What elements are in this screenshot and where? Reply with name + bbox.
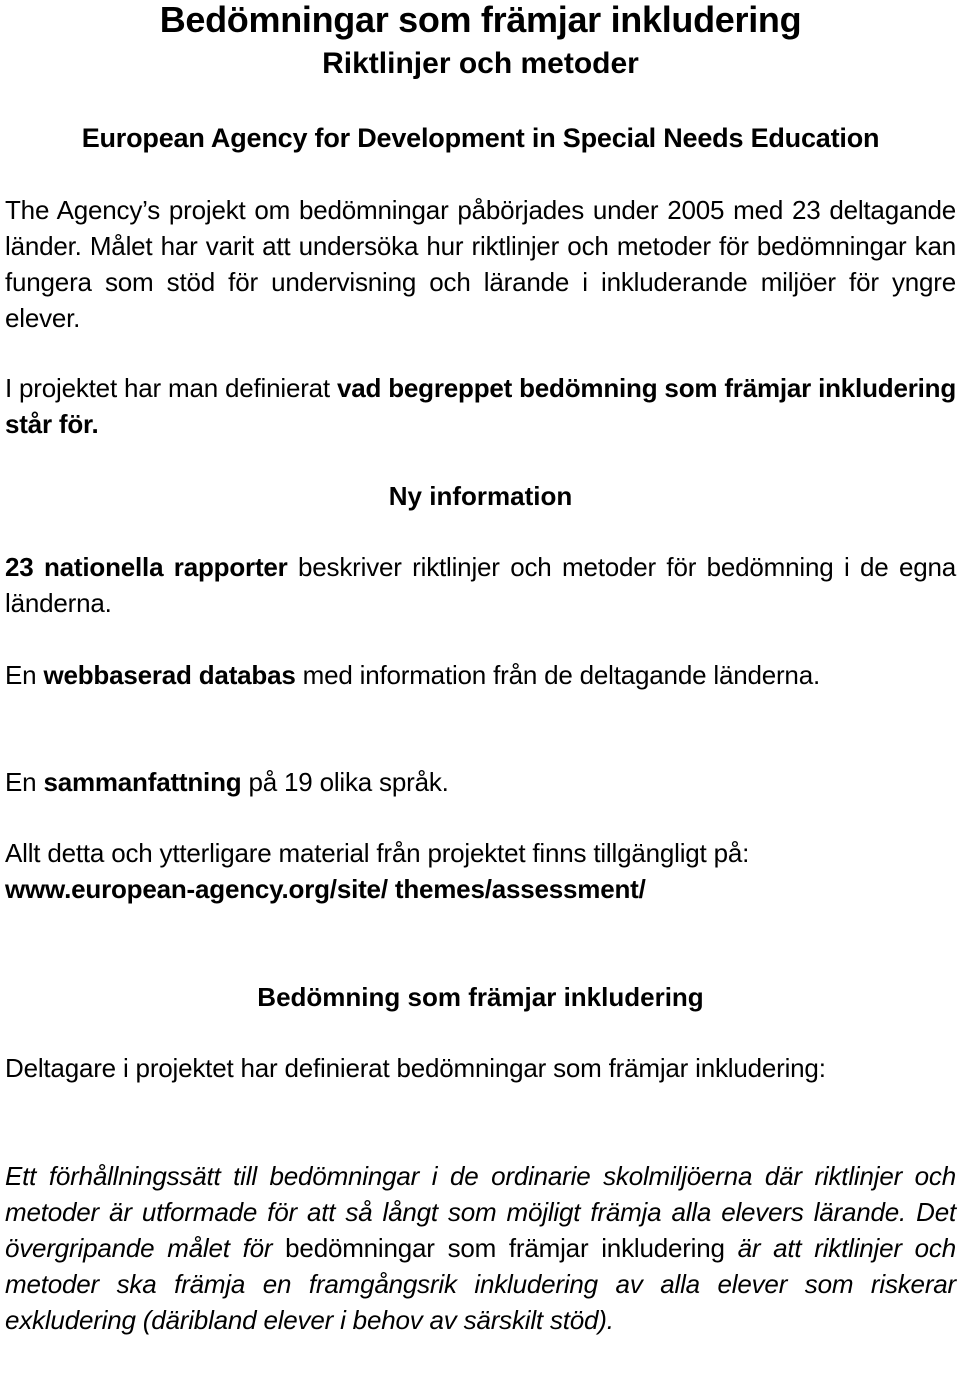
availability-paragraph: Allt detta och ytterligare material från…	[5, 835, 956, 907]
document-title: Bedömningar som främjar inkludering	[159, 0, 802, 40]
database-bold-text: webbaserad databas	[43, 660, 296, 690]
intro-paragraph: The Agency’s projekt om bedömningar påbö…	[5, 192, 956, 336]
document-subtitle: Riktlinjer och metoder	[322, 47, 639, 80]
database-plain-after: med information från de deltagande lände…	[295, 660, 821, 690]
summary-plain-before: En	[5, 767, 44, 797]
database-paragraph: En webbaserad databas med information fr…	[5, 657, 956, 693]
participants-text: Deltagare i projektet har definierat bed…	[5, 1053, 826, 1083]
summary-plain-after: på 19 olika språk.	[241, 767, 449, 797]
summary-paragraph: En sammanfattning på 19 olika språk.	[5, 764, 956, 800]
participants-paragraph: Deltagare i projektet har definierat bed…	[5, 1050, 956, 1086]
database-plain-before: En	[5, 660, 44, 690]
section-heading: Bedömning som främjar inkludering	[257, 982, 704, 1012]
new-info-heading: Ny information	[388, 481, 573, 511]
quote-upright-part: bedömningar som främjar inkludering	[285, 1233, 725, 1263]
project-url-link[interactable]: www.european-agency.org/site/ themes/ass…	[5, 874, 646, 904]
summary-bold-text: sammanfattning	[43, 767, 242, 797]
definition-quote-paragraph: Ett förhållningssätt till bedömningar i …	[5, 1158, 956, 1338]
intro-text: The Agency’s projekt om bedömningar påbö…	[5, 195, 956, 333]
availability-text: Allt detta och ytterligare material från…	[5, 838, 750, 868]
reports-paragraph: 23 nationella rapporter beskriver riktli…	[5, 549, 956, 621]
reports-bold-text: 23 nationella rapporter	[5, 552, 288, 582]
definition-plain-text: I projektet har man definierat	[5, 373, 337, 403]
definition-paragraph: I projektet har man definierat vad begre…	[5, 370, 956, 442]
organization-name: European Agency for Development in Speci…	[81, 123, 880, 153]
